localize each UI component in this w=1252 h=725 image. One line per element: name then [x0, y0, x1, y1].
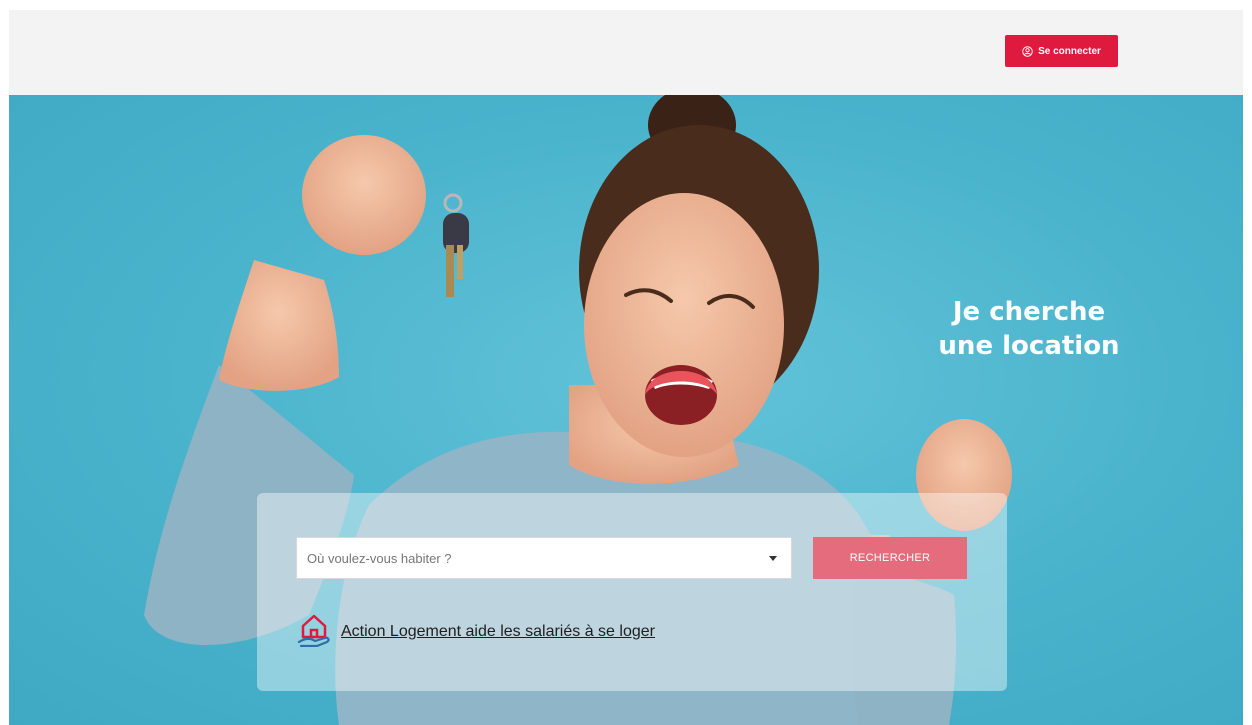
- action-logement-link[interactable]: Action Logement aide les salariés à se l…: [297, 611, 655, 652]
- action-logement-label: Action Logement aide les salariés à se l…: [341, 622, 655, 640]
- house-in-hand-icon: [297, 611, 331, 652]
- location-placeholder: Où voulez-vous habiter ?: [307, 550, 452, 566]
- hero-section: Je cherche une location Où voulez-vous h…: [9, 95, 1243, 725]
- search-panel: Où voulez-vous habiter ? RECHERCHER Acti…: [257, 493, 1007, 691]
- page: Se connecter Je cherche une location Où …: [9, 10, 1243, 725]
- search-button[interactable]: RECHERCHER: [813, 537, 967, 579]
- chevron-down-icon: [769, 555, 777, 561]
- location-select[interactable]: Où voulez-vous habiter ?: [296, 537, 792, 579]
- login-label: Se connecter: [1038, 45, 1101, 57]
- hero-title: Je cherche une location: [938, 297, 1120, 361]
- keys-image: [443, 193, 469, 297]
- login-button[interactable]: Se connecter: [1005, 35, 1118, 67]
- top-bar: Se connecter: [9, 10, 1243, 95]
- user-circle-icon: [1022, 45, 1033, 57]
